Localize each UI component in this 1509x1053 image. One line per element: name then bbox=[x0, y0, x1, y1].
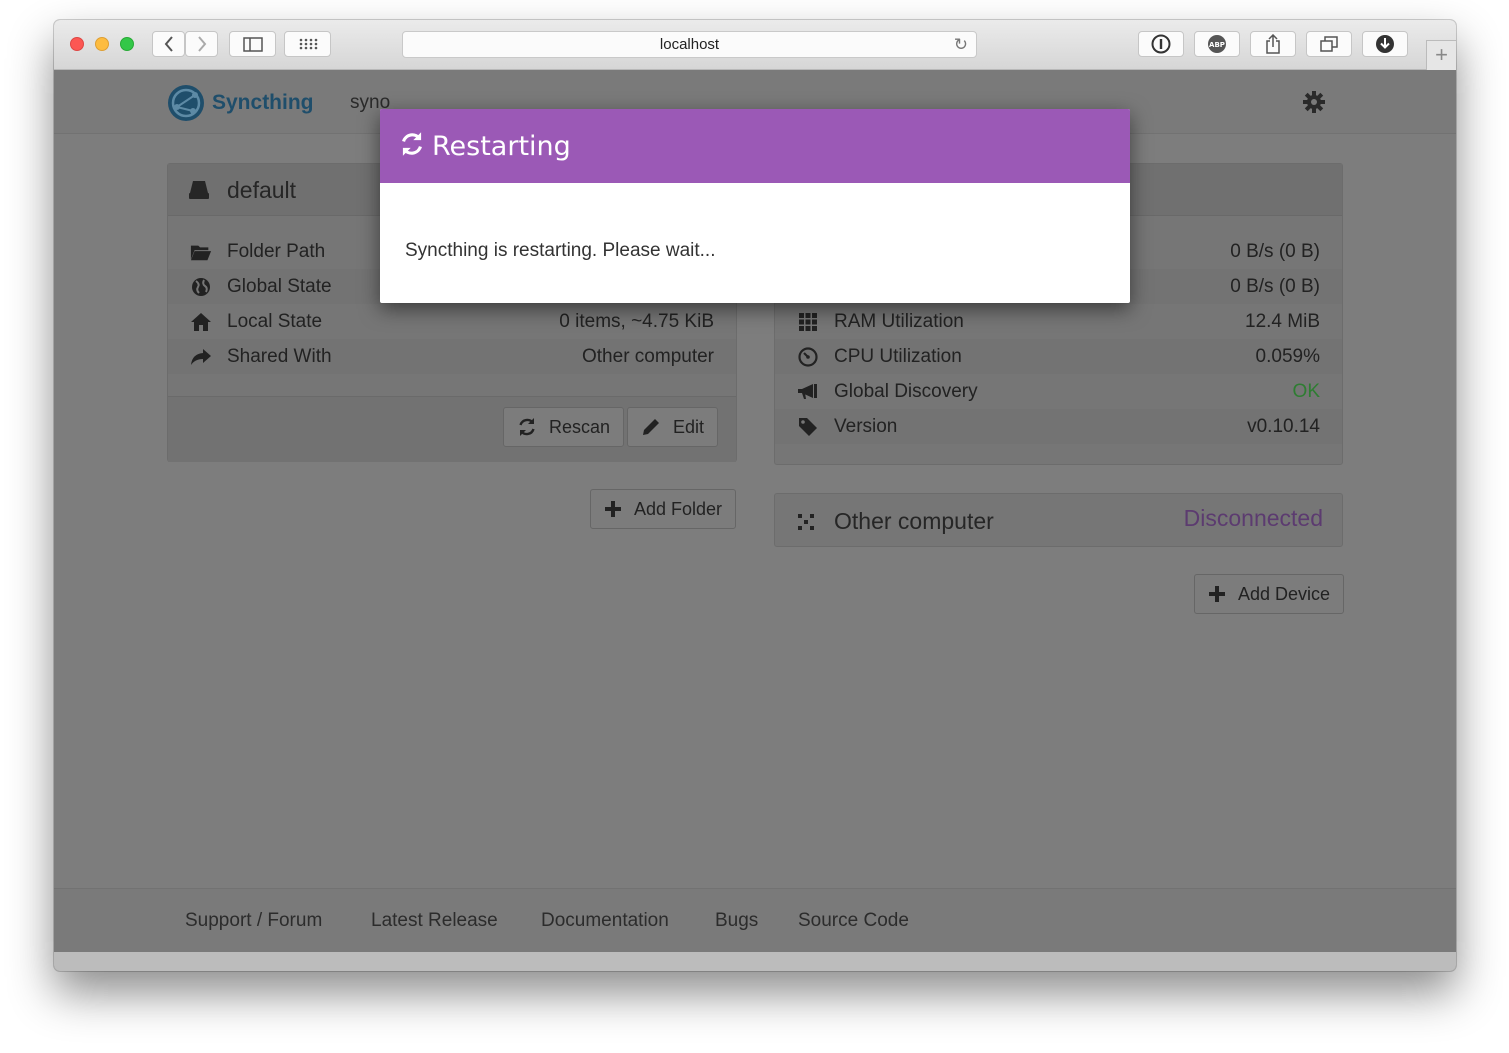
chevron-right-icon bbox=[197, 36, 206, 52]
page-footer: Support / Forum Latest Release Documenta… bbox=[54, 888, 1456, 952]
password-manager-icon bbox=[1151, 34, 1171, 54]
modal-header: Restarting bbox=[380, 109, 1130, 183]
refresh-icon bbox=[402, 132, 422, 156]
bullhorn-icon bbox=[797, 381, 819, 403]
device-row-global-discovery: Global Discovery OK bbox=[775, 374, 1342, 409]
shared-with-label: Shared With bbox=[227, 346, 332, 367]
folder-open-icon bbox=[190, 241, 212, 263]
zoom-window-button[interactable] bbox=[120, 37, 134, 51]
folder-row-local-state: Local State 0 items, ~4.75 KiB bbox=[168, 304, 736, 339]
address-bar[interactable]: localhost ↻ bbox=[402, 31, 977, 58]
device-row-ram: RAM Utilization 12.4 MiB bbox=[775, 304, 1342, 339]
upload-rate-value: 0 B/s (0 B) bbox=[1230, 276, 1320, 297]
folder-path-label: Folder Path bbox=[227, 241, 326, 262]
device-row-version: Version v0.10.14 bbox=[775, 409, 1342, 444]
page-bottom-strip bbox=[54, 952, 1456, 971]
local-state-label: Local State bbox=[227, 311, 323, 332]
modal-message: Syncthing is restarting. Please wait... bbox=[405, 240, 716, 261]
edit-folder-button[interactable]: Edit bbox=[627, 407, 719, 447]
connection-status-badge: Disconnected bbox=[1183, 505, 1323, 531]
globe-icon bbox=[190, 276, 212, 298]
cpu-value: 0.059% bbox=[1255, 346, 1320, 367]
ram-label: RAM Utilization bbox=[834, 311, 964, 332]
edit-label: Edit bbox=[673, 416, 705, 437]
tabs-overview-button[interactable] bbox=[1306, 31, 1352, 57]
global-state-label: Global State bbox=[227, 276, 332, 297]
download-rate-value: 0 B/s (0 B) bbox=[1230, 241, 1320, 262]
brand-name: Syncthing bbox=[212, 91, 314, 114]
remote-device-name: Other computer bbox=[834, 508, 994, 534]
chevron-left-icon bbox=[164, 36, 173, 52]
share-icon bbox=[1266, 34, 1280, 54]
footer-link-documentation[interactable]: Documentation bbox=[541, 910, 669, 932]
global-discovery-label: Global Discovery bbox=[834, 381, 978, 402]
back-button[interactable] bbox=[152, 31, 185, 57]
footer-link-latest-release[interactable]: Latest Release bbox=[371, 910, 498, 932]
remote-device-panel[interactable]: Other computer Disconnected bbox=[774, 493, 1343, 547]
disconnected-icon bbox=[798, 514, 814, 530]
browser-window: localhost ↻ ABP + Syncthing syno default… bbox=[54, 20, 1456, 971]
cpu-label: CPU Utilization bbox=[834, 346, 962, 367]
sidebar-toggle-button[interactable] bbox=[229, 31, 276, 57]
plus-icon bbox=[604, 500, 622, 518]
new-tab-button[interactable]: + bbox=[1426, 40, 1456, 70]
ram-value: 12.4 MiB bbox=[1245, 311, 1320, 332]
add-folder-button[interactable]: Add Folder bbox=[590, 489, 737, 529]
device-row-cpu: CPU Utilization 0.059% bbox=[775, 339, 1342, 374]
svg-text:ABP: ABP bbox=[1209, 41, 1225, 49]
folder-name: default bbox=[227, 177, 297, 203]
browser-toolbar: localhost ↻ ABP + bbox=[54, 20, 1456, 70]
top-sites-button[interactable] bbox=[284, 31, 331, 57]
tabs-icon bbox=[1320, 36, 1338, 52]
footer-link-bugs[interactable]: Bugs bbox=[715, 910, 758, 932]
downloads-button[interactable] bbox=[1362, 31, 1408, 57]
download-arrow-icon bbox=[1376, 35, 1394, 53]
modal-title: Restarting bbox=[432, 131, 571, 162]
grid-dots-icon bbox=[299, 38, 317, 50]
footer-link-source-code[interactable]: Source Code bbox=[798, 910, 909, 932]
url-text: localhost bbox=[659, 36, 720, 53]
close-window-button[interactable] bbox=[70, 37, 84, 51]
brand[interactable]: Syncthing bbox=[166, 83, 314, 123]
add-folder-label: Add Folder bbox=[634, 498, 723, 519]
add-device-button[interactable]: Add Device bbox=[1194, 574, 1345, 614]
gear-icon[interactable] bbox=[1302, 90, 1326, 114]
rescan-button[interactable]: Rescan bbox=[503, 407, 625, 447]
share-icon bbox=[190, 346, 212, 368]
version-value: v0.10.14 bbox=[1247, 416, 1320, 437]
rescan-label: Rescan bbox=[549, 416, 611, 437]
share-button[interactable] bbox=[1250, 31, 1296, 57]
syncthing-logo-icon bbox=[168, 85, 204, 121]
home-icon bbox=[190, 311, 212, 333]
grid-icon bbox=[797, 311, 819, 333]
plus-icon bbox=[1208, 585, 1226, 603]
hdd-icon bbox=[189, 181, 209, 199]
reload-icon[interactable]: ↻ bbox=[954, 32, 968, 58]
minimize-window-button[interactable] bbox=[95, 37, 109, 51]
password-manager-button[interactable] bbox=[1138, 31, 1184, 57]
local-state-value: 0 items, ~4.75 KiB bbox=[559, 311, 714, 332]
forward-button[interactable] bbox=[185, 31, 218, 57]
global-discovery-value: OK bbox=[1292, 381, 1320, 402]
tag-icon bbox=[797, 416, 819, 438]
version-label: Version bbox=[834, 416, 898, 437]
add-device-label: Add Device bbox=[1238, 583, 1331, 604]
syncthing-page: Syncthing syno default Folder Path Globa… bbox=[54, 70, 1456, 971]
sidebar-icon bbox=[242, 36, 263, 52]
adblock-icon: ABP bbox=[1208, 35, 1226, 53]
adblock-button[interactable]: ABP bbox=[1194, 31, 1240, 57]
shared-with-value: Other computer bbox=[582, 346, 714, 367]
folder-panel-footer: Rescan Edit bbox=[168, 396, 736, 462]
dashboard-icon bbox=[797, 346, 819, 368]
pencil-icon bbox=[641, 417, 661, 437]
restarting-modal: Restarting Syncthing is restarting. Plea… bbox=[380, 109, 1130, 303]
footer-link-support[interactable]: Support / Forum bbox=[185, 910, 322, 932]
refresh-icon bbox=[517, 417, 537, 437]
folder-row-shared-with: Shared With Other computer bbox=[168, 339, 736, 374]
